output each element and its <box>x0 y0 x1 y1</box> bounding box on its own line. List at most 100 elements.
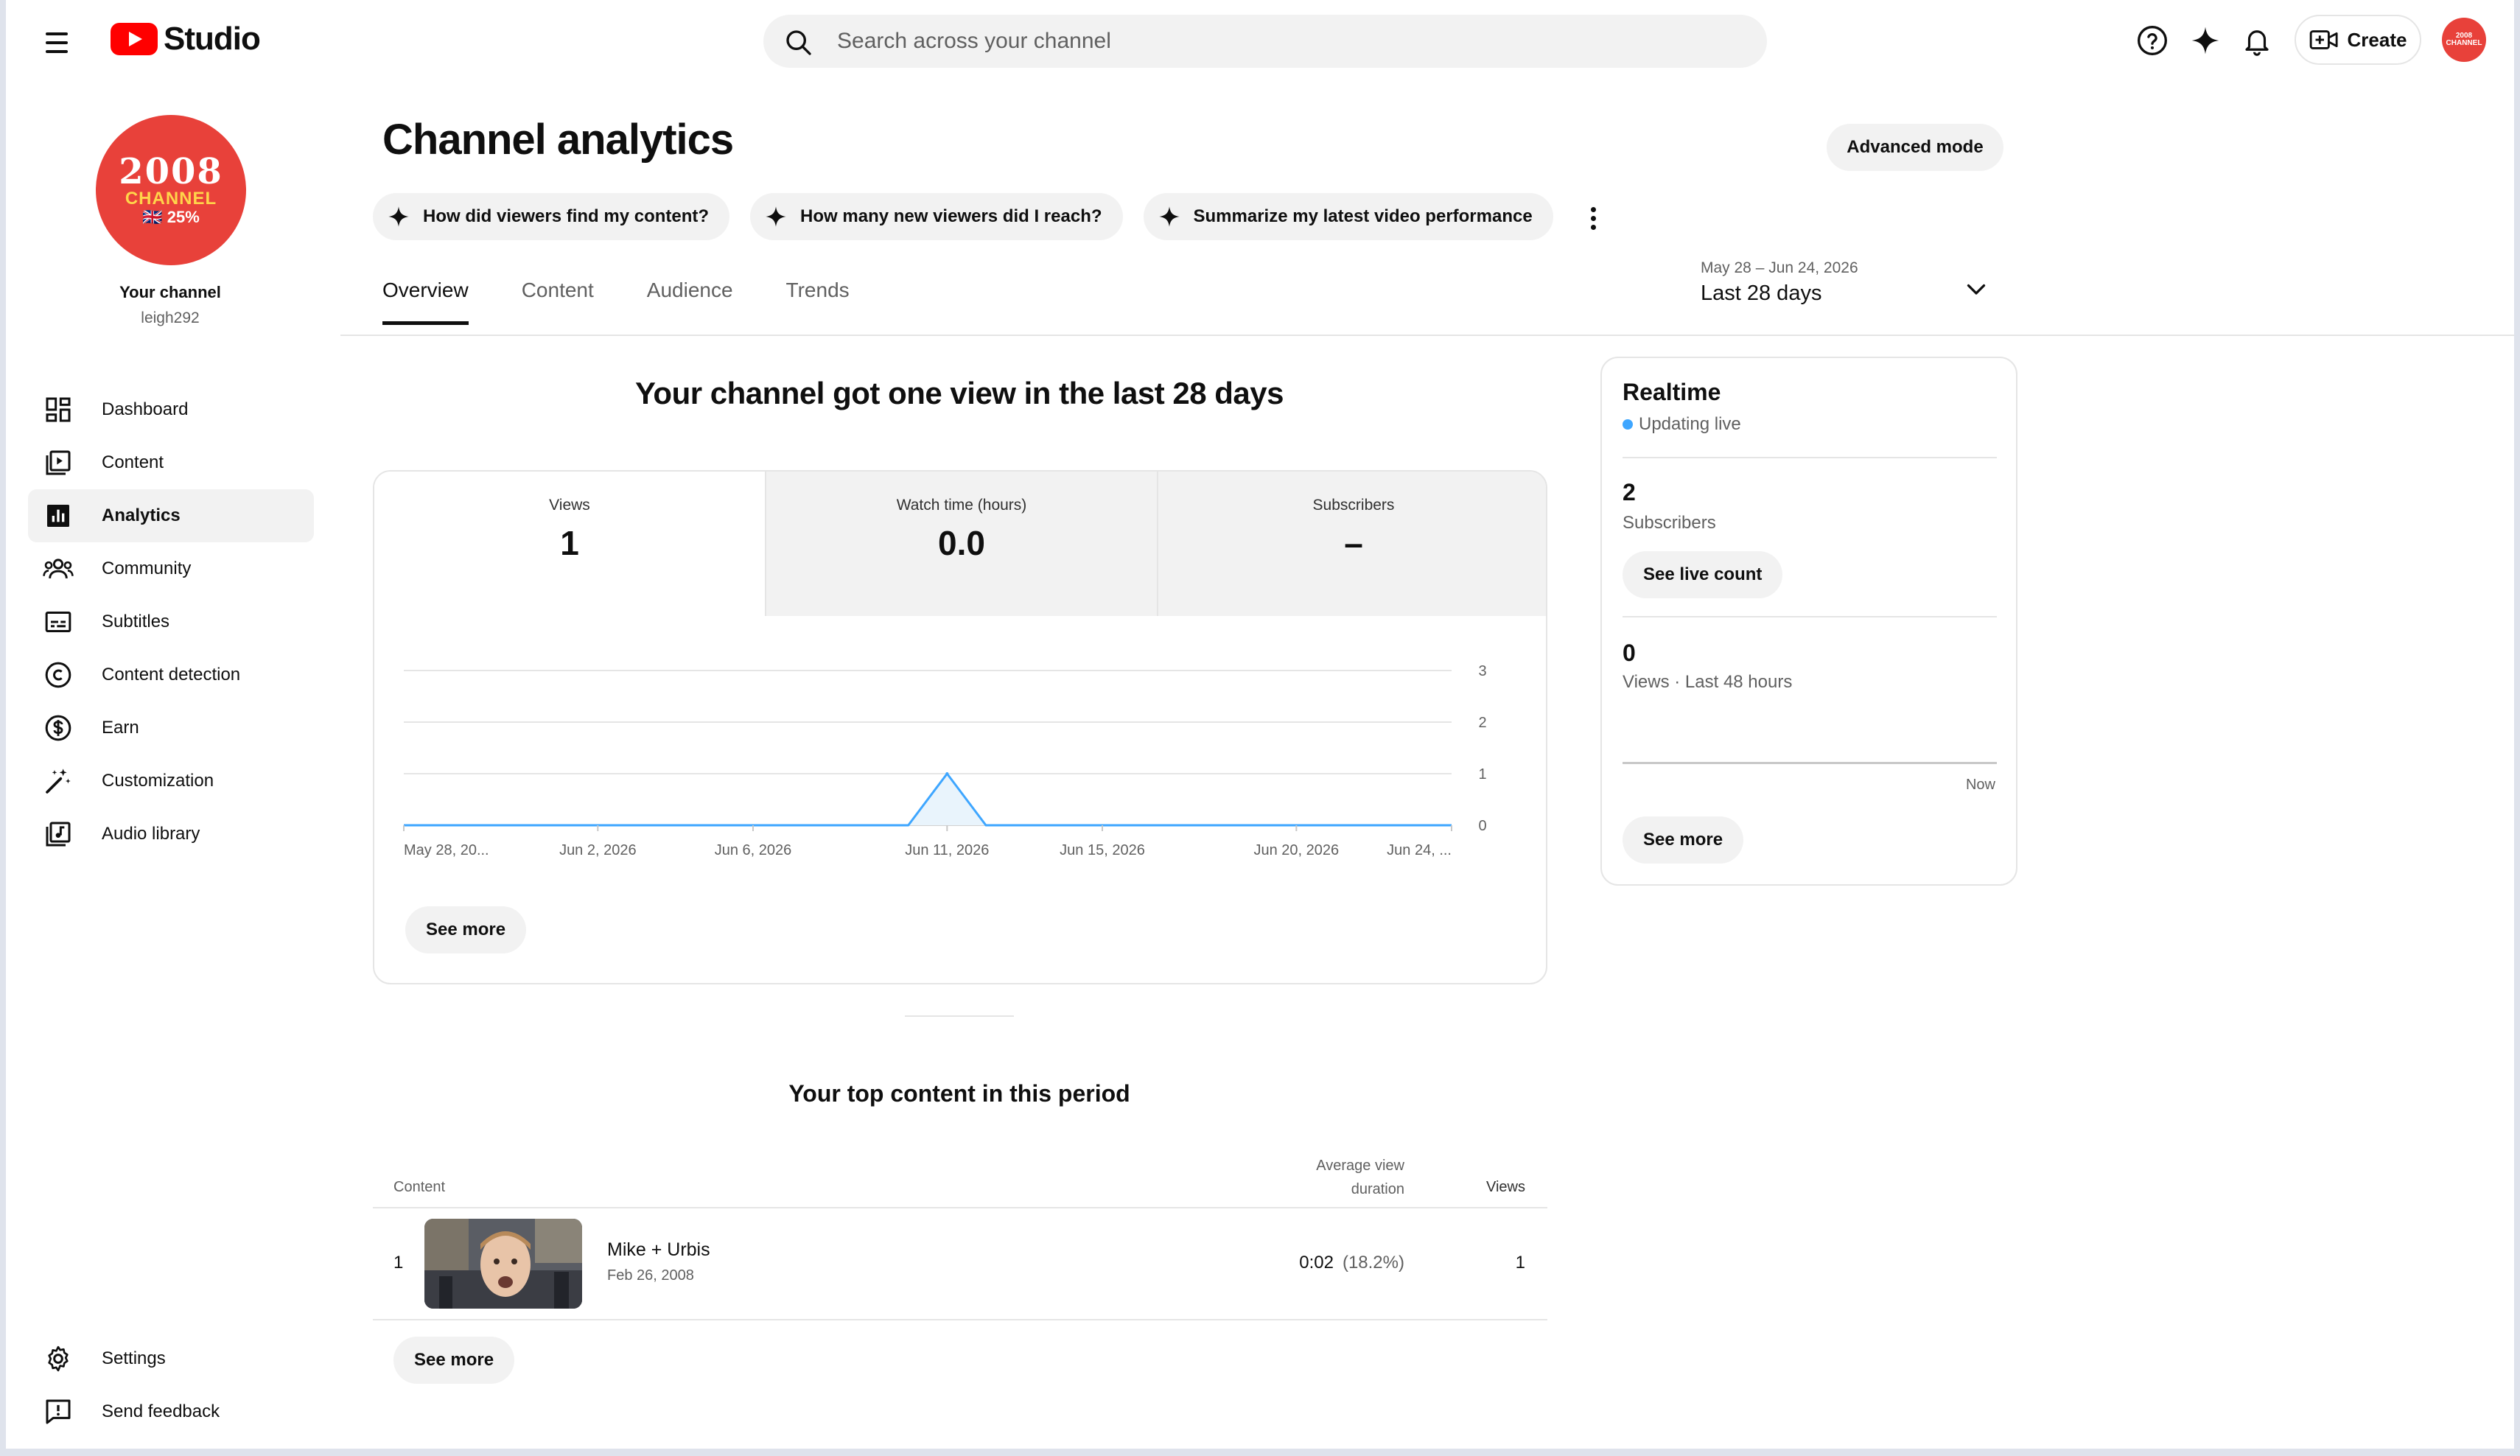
sidebar-item-analytics[interactable]: Analytics <box>28 489 314 542</box>
channel-avatar-line2: CHANNEL <box>125 188 217 209</box>
channel-avatar-line3: 🇬🇧 25% <box>142 208 200 227</box>
more-options-icon[interactable] <box>1578 203 1608 233</box>
notifications-bell-icon[interactable] <box>2240 24 2274 57</box>
prompt-chip-label: Summarize my latest video performance <box>1193 206 1533 226</box>
search-icon[interactable] <box>784 28 813 57</box>
realtime-see-more-button[interactable]: See more <box>1623 816 1744 864</box>
search-bar[interactable] <box>763 15 1767 68</box>
tab-trends[interactable]: Trends <box>786 279 850 325</box>
channel-avatar-line1: 2008 <box>119 150 223 192</box>
account-avatar[interactable]: 2008 CHANNEL <box>2442 18 2486 62</box>
sidebar: 2008 CHANNEL 🇬🇧 25% Your channel leigh29… <box>6 81 330 1444</box>
community-icon <box>40 550 77 587</box>
date-range-selector[interactable]: May 28 – Jun 24, 2026 Last 28 days <box>1701 259 2010 318</box>
y-tick-label: 1 <box>1478 766 1486 783</box>
dollar-icon <box>40 710 77 746</box>
y-tick-label: 2 <box>1478 715 1486 731</box>
tab-audience[interactable]: Audience <box>647 279 733 325</box>
see-more-button[interactable]: See more <box>405 906 527 953</box>
metric-views[interactable]: Views 1 <box>374 472 765 616</box>
realtime-subscribers-label: Subscribers <box>1623 513 1716 533</box>
metric-tabs: Views 1 Watch time (hours) 0.0 Subscribe… <box>374 472 1546 616</box>
analytics-icon <box>40 497 77 534</box>
metric-watch-time[interactable]: Watch time (hours) 0.0 <box>765 472 1157 616</box>
realtime-subscribers-value: 2 <box>1623 479 1636 505</box>
channel-label: Your channel <box>119 283 221 301</box>
realtime-views-label: Views · Last 48 hours <box>1623 672 1793 692</box>
x-tick-label: Jun 2, 2026 <box>559 842 637 858</box>
prompt-chip-label: How did viewers find my content? <box>423 206 710 226</box>
help-icon[interactable] <box>2135 24 2169 57</box>
prompt-chip-summarize[interactable]: Summarize my latest video performance <box>1143 193 1553 240</box>
sidebar-nav: Dashboard Content Analytics Community Su… <box>28 383 314 861</box>
metric-label: Subscribers <box>1312 497 1395 514</box>
prompt-chip-label: How many new viewers did I reach? <box>800 206 1102 226</box>
realtime-status-text: Updating live <box>1639 414 1741 434</box>
menu-icon[interactable] <box>43 27 78 53</box>
metric-subscribers[interactable]: Subscribers – <box>1157 472 1546 616</box>
search-input[interactable] <box>837 15 1721 68</box>
x-tick-label: Jun 20, 2026 <box>1254 842 1340 858</box>
realtime-views-chart-baseline <box>1623 762 1997 764</box>
realtime-views-value: 0 <box>1623 640 1636 666</box>
column-header-views[interactable]: Views <box>1449 1179 1525 1196</box>
studio-page: Studio Create 2008 CHANNEL 2008 CHANNEL … <box>0 0 2520 1456</box>
video-title[interactable]: Mike + Urbis <box>607 1239 710 1261</box>
sidebar-item-dashboard[interactable]: Dashboard <box>28 383 314 436</box>
column-header-content: Content <box>393 1179 446 1195</box>
sparkle-icon <box>1158 206 1180 227</box>
channel-avatar[interactable]: 2008 CHANNEL 🇬🇧 25% <box>96 115 246 265</box>
see-live-count-button[interactable]: See live count <box>1623 551 1783 598</box>
advanced-mode-button[interactable]: Advanced mode <box>1827 124 2003 171</box>
sidebar-item-label: Community <box>102 559 192 578</box>
video-thumbnail[interactable] <box>424 1219 582 1309</box>
create-button[interactable]: Create <box>2295 15 2421 65</box>
subtitles-icon <box>40 603 77 640</box>
sidebar-item-content[interactable]: Content <box>28 436 314 489</box>
average-view-percentage: (18.2%) <box>1342 1253 1404 1273</box>
top-content-table: Content Average view duration Views 1 Mi… <box>373 1142 1547 1384</box>
sidebar-item-settings[interactable]: Settings <box>28 1332 314 1385</box>
sidebar-item-customization[interactable]: Customization <box>28 755 314 808</box>
x-tick-label: May 28, 20... <box>404 842 489 858</box>
y-tick-label: 3 <box>1478 663 1486 679</box>
sidebar-item-community[interactable]: Community <box>28 542 314 595</box>
overview-headline: Your channel got one view in the last 28… <box>635 376 1284 410</box>
sidebar-item-label: Send feedback <box>102 1401 220 1421</box>
average-view-duration-value: 0:02 <box>1299 1253 1334 1273</box>
prompt-chip-viewers-find[interactable]: How did viewers find my content? <box>373 193 730 240</box>
sidebar-item-subtitles[interactable]: Subtitles <box>28 595 314 648</box>
tab-overview[interactable]: Overview <box>382 279 469 325</box>
analytics-tabs: Overview Content Audience Trends <box>382 279 850 325</box>
sidebar-item-send-feedback[interactable]: Send feedback <box>28 1385 314 1438</box>
sidebar-item-earn[interactable]: Earn <box>28 701 314 755</box>
realtime-divider <box>1623 457 1997 458</box>
metric-value: 1 <box>560 524 579 562</box>
sidebar-item-label: Audio library <box>102 824 200 844</box>
realtime-status: Updating live <box>1623 414 1741 435</box>
row-rank: 1 <box>393 1253 404 1273</box>
channel-handle: leigh292 <box>141 309 200 326</box>
sidebar-item-label: Analytics <box>102 505 181 525</box>
metric-label: Watch time (hours) <box>896 497 1027 514</box>
y-tick-label: 0 <box>1478 818 1486 834</box>
studio-logo[interactable]: Studio <box>111 21 261 57</box>
sidebar-item-content-detection[interactable]: Content detection <box>28 648 314 701</box>
sparkle-icon[interactable] <box>2188 24 2222 57</box>
date-range-dates: May 28 – Jun 24, 2026 <box>1701 259 1858 276</box>
audio-library-icon <box>40 816 77 853</box>
copyright-icon <box>40 657 77 693</box>
prompt-chip-new-viewers[interactable]: How many new viewers did I reach? <box>750 193 1123 240</box>
ai-prompt-chips: How did viewers find my content? How man… <box>373 193 1553 240</box>
tabs-divider <box>340 335 2514 336</box>
sidebar-item-audio-library[interactable]: Audio library <box>28 808 314 861</box>
tab-content[interactable]: Content <box>522 279 594 325</box>
see-more-top-content-button[interactable]: See more <box>393 1337 515 1384</box>
realtime-card: Realtime Updating live 2 Subscribers See… <box>1600 357 2017 886</box>
x-tick-label: Jun 24, ... <box>1387 842 1452 858</box>
table-row[interactable]: 1 Mike + Urbis Feb 26, 2008 0:02 (18.2%)… <box>373 1208 1547 1320</box>
gear-icon <box>40 1340 77 1377</box>
top-content-title: Your top content in this period <box>788 1080 1130 1107</box>
sidebar-item-label: Dashboard <box>102 399 189 419</box>
column-header-average-view-duration[interactable]: Average view duration <box>1272 1154 1404 1201</box>
